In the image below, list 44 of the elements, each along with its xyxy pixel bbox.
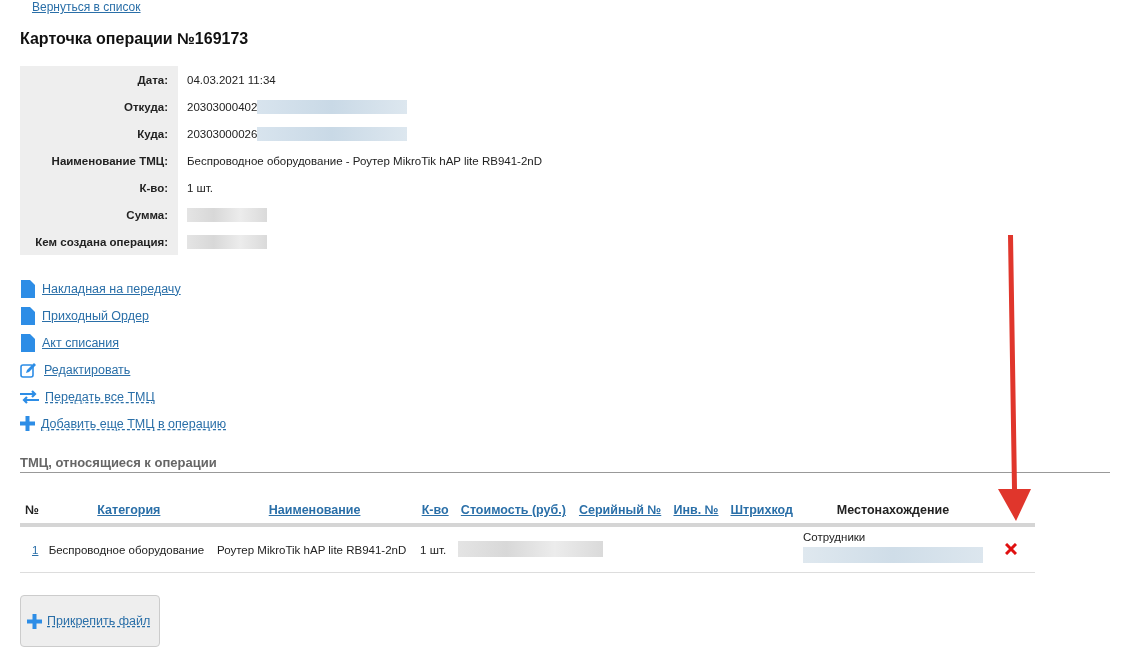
delete-icon[interactable] bbox=[1005, 542, 1017, 555]
action-link[interactable]: Редактировать bbox=[44, 362, 131, 377]
action-link[interactable]: Добавить еще ТМЦ в операцию bbox=[41, 416, 227, 431]
column-header-link[interactable]: Штрихкод bbox=[730, 503, 793, 517]
detail-label: К-во: bbox=[20, 174, 178, 201]
detail-value: 1 шт. bbox=[187, 181, 213, 194]
detail-value: Беспроводное оборудование - Роутер MikroTik hAP lite RB941-2nD bbox=[187, 154, 542, 167]
detail-value: 20303000026 bbox=[187, 127, 258, 140]
document-icon bbox=[20, 279, 36, 298]
detail-label: Куда: bbox=[20, 120, 178, 147]
attach-file-button[interactable]: Прикрепить файл bbox=[20, 595, 160, 647]
back-link[interactable]: Вернуться в список bbox=[32, 0, 141, 14]
detail-label: Откуда: bbox=[20, 93, 178, 120]
detail-value: 04.03.2021 11:34 bbox=[187, 73, 276, 86]
section-title: ТМЦ, относящиеся к операции bbox=[20, 455, 1110, 473]
page-title: Карточка операции №169173 bbox=[20, 30, 250, 48]
plus-icon bbox=[27, 613, 42, 629]
detail-label: Дата: bbox=[20, 66, 178, 93]
table-cell: 1 шт. bbox=[420, 543, 447, 556]
table-cell-text: Сотрудники bbox=[803, 530, 867, 543]
detail-label: Наименование ТМЦ: bbox=[20, 147, 178, 174]
column-header-link[interactable]: К-во bbox=[421, 503, 449, 517]
column-header-link[interactable]: Инв. № bbox=[673, 503, 719, 517]
detail-label: Кем создана операция: bbox=[20, 228, 178, 255]
action-link[interactable]: Акт списания bbox=[42, 335, 119, 350]
detail-label: Сумма: bbox=[20, 201, 178, 228]
column-header: № bbox=[25, 503, 39, 517]
action-link[interactable]: Передать все ТМЦ bbox=[45, 389, 155, 404]
edit-icon bbox=[20, 361, 38, 378]
arrows-icon bbox=[20, 389, 39, 404]
row-number-link[interactable]: 1 bbox=[24, 543, 39, 556]
action-link[interactable]: Приходный Ордер bbox=[42, 308, 149, 323]
column-header-link[interactable]: Серийный № bbox=[578, 503, 662, 517]
column-header-link[interactable]: Стоимость (руб.) bbox=[460, 503, 566, 517]
action-link[interactable]: Накладная на передачу bbox=[42, 281, 181, 296]
column-header-link[interactable]: Наименование bbox=[268, 503, 361, 517]
document-icon bbox=[20, 306, 36, 325]
column-header-link[interactable]: Категория bbox=[97, 503, 161, 517]
column-header: Местонахождение bbox=[836, 503, 950, 517]
table-cell: Беспроводное оборудование bbox=[48, 543, 205, 556]
document-icon bbox=[20, 333, 36, 352]
table-cell: Роутер MikroTik hAP lite RB941-2nD bbox=[217, 543, 407, 556]
detail-value: 20303000402 bbox=[187, 100, 258, 113]
plus-icon bbox=[20, 416, 35, 431]
